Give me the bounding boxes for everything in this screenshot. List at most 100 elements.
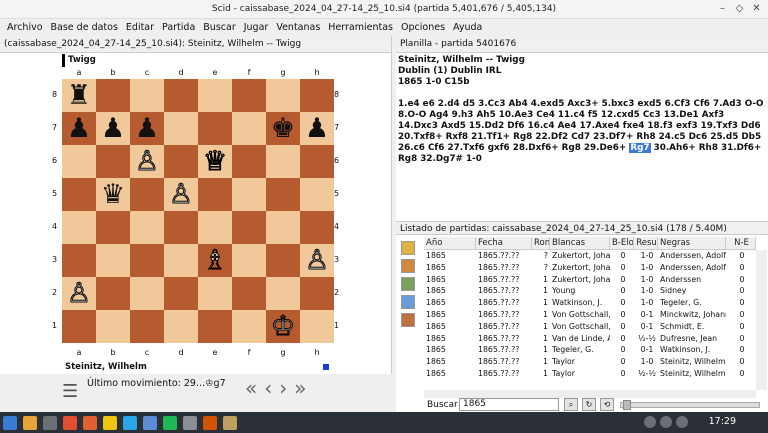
square-c7[interactable]: ♟ <box>130 112 164 145</box>
square-e3[interactable]: ♗ <box>198 244 232 277</box>
square-e7[interactable] <box>198 112 232 145</box>
open-icon[interactable] <box>401 241 415 255</box>
menu-jugar[interactable]: Jugar <box>241 19 272 36</box>
square-d8[interactable] <box>164 79 198 112</box>
square-b2[interactable] <box>96 277 130 310</box>
col-white-elo[interactable]: B-Elo <box>610 237 634 249</box>
board-icon[interactable] <box>401 313 415 327</box>
scid-icon[interactable] <box>223 415 237 430</box>
square-d4[interactable] <box>164 211 198 244</box>
menu-archivo[interactable]: Archivo <box>4 19 46 36</box>
col-round[interactable]: Ron <box>532 237 550 249</box>
square-a1[interactable] <box>62 310 96 343</box>
files-icon[interactable] <box>23 415 37 430</box>
square-b4[interactable] <box>96 211 130 244</box>
battery-icon[interactable] <box>676 416 688 428</box>
slider-knob[interactable] <box>623 400 631 410</box>
piece-c7[interactable]: ♟ <box>135 113 159 144</box>
square-a4[interactable] <box>62 211 96 244</box>
piece-a7[interactable]: ♟ <box>67 113 91 144</box>
square-b5[interactable]: ♛ <box>96 178 130 211</box>
square-f8[interactable] <box>232 79 266 112</box>
square-a8[interactable]: ♜ <box>62 79 96 112</box>
list-slider[interactable] <box>620 400 760 410</box>
col-black[interactable]: Negras <box>658 237 726 249</box>
telegram-icon[interactable] <box>123 415 137 430</box>
piece-g7[interactable]: ♚ <box>271 113 295 144</box>
piece-a8[interactable]: ♜ <box>67 80 91 111</box>
move-list[interactable]: 1.e4 e6 2.d4 d5 3.Cc3 Ab4 4.exd5 Axc3+ 5… <box>398 99 766 165</box>
square-h2[interactable] <box>300 277 334 310</box>
network-icon[interactable] <box>644 416 656 428</box>
reset-icon[interactable]: ⟲ <box>600 398 614 411</box>
spotify-icon[interactable] <box>163 415 177 430</box>
table-row[interactable]: 1865 1865.??.?? 1 Van de Linde, A. 0 ½-½ Dufre… <box>424 333 756 345</box>
square-g2[interactable] <box>266 277 300 310</box>
table-row[interactable]: 1865 1865.??.?? 1 Von Gottschall, Ru 0 0-1 Sch… <box>424 321 756 333</box>
square-b3[interactable] <box>96 244 130 277</box>
square-b1[interactable] <box>96 310 130 343</box>
square-h5[interactable] <box>300 178 334 211</box>
square-h7[interactable]: ♟ <box>300 112 334 145</box>
square-g3[interactable] <box>266 244 300 277</box>
col-result[interactable]: Resu <box>634 237 658 249</box>
square-c4[interactable] <box>130 211 164 244</box>
square-g4[interactable] <box>266 211 300 244</box>
refresh-icon[interactable]: ↻ <box>582 398 596 411</box>
app3-icon[interactable] <box>203 415 217 430</box>
square-d6[interactable] <box>164 145 198 178</box>
table-row[interactable]: 1865 1865.??.?? 1 Zukertort, Johanne 0 1-0 And… <box>424 274 756 286</box>
square-h4[interactable] <box>300 211 334 244</box>
table-row[interactable]: 1865 1865.??.?? 1 Taylor 0 ½-½ Steinitz, Wilhe… <box>424 368 756 380</box>
last-move-icon[interactable]: » <box>294 376 306 400</box>
square-c2[interactable] <box>130 277 164 310</box>
square-d3[interactable] <box>164 244 198 277</box>
square-f4[interactable] <box>232 211 266 244</box>
volume-icon[interactable] <box>660 416 672 428</box>
first-move-icon[interactable]: « <box>245 376 257 400</box>
square-h1[interactable] <box>300 310 334 343</box>
horizontal-scrollbar[interactable] <box>424 390 756 398</box>
current-move[interactable]: Rg7 <box>629 143 651 153</box>
square-e4[interactable] <box>198 211 232 244</box>
piece-h7[interactable]: ♟ <box>305 113 329 144</box>
col-black-elo[interactable]: N-E <box>726 237 756 249</box>
square-c8[interactable] <box>130 79 164 112</box>
prev-move-icon[interactable]: ‹ <box>264 376 272 400</box>
table-row[interactable]: 1865 1865.??.?? 1 Tegeler, G. 0 0-1 Watkinson,… <box>424 344 756 356</box>
app2-icon[interactable] <box>183 415 197 430</box>
terminal-icon[interactable] <box>43 415 57 430</box>
square-a3[interactable] <box>62 244 96 277</box>
col-year[interactable]: Año <box>424 237 476 249</box>
piece-b5[interactable]: ♛ <box>101 179 125 210</box>
piece-e6[interactable]: ♕ <box>202 146 227 178</box>
minimize-icon[interactable]: – <box>715 2 730 16</box>
menu-buscar[interactable]: Buscar <box>200 19 238 36</box>
square-h8[interactable] <box>300 79 334 112</box>
square-f2[interactable] <box>232 277 266 310</box>
square-a7[interactable]: ♟ <box>62 112 96 145</box>
square-e2[interactable] <box>198 277 232 310</box>
table-row[interactable]: 1865 1865.??.?? 1 Watkinson, J. 0 1-0 Tegeler,… <box>424 297 756 309</box>
start-icon[interactable] <box>3 415 17 430</box>
square-a2[interactable]: ♙ <box>62 277 96 310</box>
square-f3[interactable] <box>232 244 266 277</box>
piece-d5[interactable]: ♙ <box>168 179 193 211</box>
mail-icon[interactable] <box>103 415 117 430</box>
square-f6[interactable] <box>232 145 266 178</box>
search-input[interactable]: 1865 <box>459 398 559 411</box>
next-move-icon[interactable]: › <box>279 376 287 400</box>
square-d7[interactable] <box>164 112 198 145</box>
piece-g1[interactable]: ♔ <box>270 311 295 343</box>
square-e8[interactable] <box>198 79 232 112</box>
square-f5[interactable] <box>232 178 266 211</box>
app-icon[interactable] <box>143 415 157 430</box>
square-e1[interactable] <box>198 310 232 343</box>
menu-partida[interactable]: Partida <box>159 19 198 36</box>
game-list-tab[interactable]: Listado de partidas: caissabase_2024_04_… <box>396 221 768 235</box>
square-d2[interactable] <box>164 277 198 310</box>
square-d5[interactable]: ♙ <box>164 178 198 211</box>
square-h6[interactable] <box>300 145 334 178</box>
piece-b7[interactable]: ♟ <box>101 113 125 144</box>
menu-ventanas[interactable]: Ventanas <box>273 19 323 36</box>
